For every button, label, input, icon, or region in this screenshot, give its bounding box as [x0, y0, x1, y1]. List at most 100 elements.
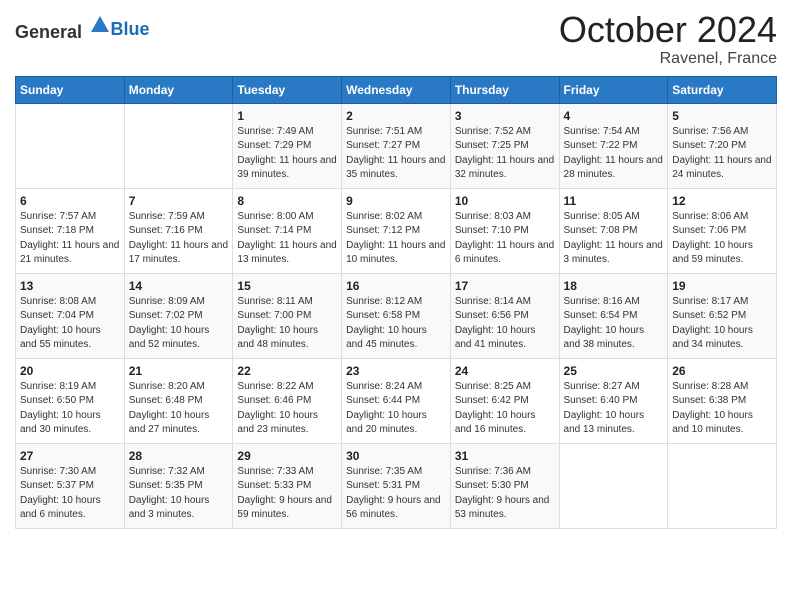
header-cell-tuesday: Tuesday: [233, 76, 342, 103]
day-cell: 30Sunrise: 7:35 AMSunset: 5:31 PMDayligh…: [342, 443, 451, 528]
day-content: Sunrise: 7:36 AMSunset: 5:30 PMDaylight:…: [455, 465, 555, 523]
day-cell: 18 Sunrise: 8:16 AMSunset: 6:54 PMDayligh…: [559, 273, 668, 358]
day-content: Sunrise: 8:24 AMSunset: 6:44 PMDaylight:…: [346, 380, 446, 438]
day-number: 15: [237, 279, 337, 293]
day-cell: [124, 103, 233, 188]
day-cell: 9 Sunrise: 8:02 AMSunset: 7:12 PMDaylight…: [342, 188, 451, 273]
day-number: 26: [672, 364, 772, 378]
day-cell: 22 Sunrise: 8:22 AMSunset: 6:46 PMDayligh…: [233, 358, 342, 443]
day-number: 2: [346, 109, 446, 123]
month-title: October 2024: [559, 10, 777, 50]
day-number: 12: [672, 194, 772, 208]
day-content: Sunrise: 8:02 AMSunset: 7:12 PMDaylight:…: [346, 210, 446, 268]
day-content: Sunrise: 8:17 AMSunset: 6:52 PMDaylight:…: [672, 295, 772, 353]
day-number: 18: [564, 279, 664, 293]
header-cell-wednesday: Wednesday: [342, 76, 451, 103]
day-content: Sunrise: 8:16 AMSunset: 6:54 PMDaylight:…: [564, 295, 664, 353]
day-number: 23: [346, 364, 446, 378]
day-content: Sunrise: 8:06 AMSunset: 7:06 PMDaylight:…: [672, 210, 772, 268]
day-content: Sunrise: 7:32 AMSunset: 5:35 PMDaylight:…: [129, 465, 229, 523]
day-cell: 14Sunrise: 8:09 AMSunset: 7:02 PMDayligh…: [124, 273, 233, 358]
day-cell: 3Sunrise: 7:52 AMSunset: 7:25 PMDaylight…: [450, 103, 559, 188]
day-number: 7: [129, 194, 229, 208]
header-cell-sunday: Sunday: [16, 76, 125, 103]
day-cell: 13 Sunrise: 8:08 AMSunset: 7:04 PMDayligh…: [16, 273, 125, 358]
day-content: Sunrise: 8:27 AMSunset: 6:40 PMDaylight:…: [564, 380, 664, 438]
calendar-table: SundayMondayTuesdayWednesdayThursdayFrid…: [15, 76, 777, 529]
day-number: 10: [455, 194, 555, 208]
day-cell: 16Sunrise: 8:12 AMSunset: 6:58 PMDayligh…: [342, 273, 451, 358]
day-content: Sunrise: 7:49 AMSunset: 7:29 PMDaylight:…: [237, 125, 337, 183]
day-cell: [16, 103, 125, 188]
day-cell: 7 Sunrise: 7:59 AMSunset: 7:16 PMDaylight…: [124, 188, 233, 273]
day-content: Sunrise: 8:28 AMSunset: 6:38 PMDaylight:…: [672, 380, 772, 438]
day-content: Sunrise: 7:35 AMSunset: 5:31 PMDaylight:…: [346, 465, 446, 523]
day-content: Sunrise: 7:51 AMSunset: 7:27 PMDaylight:…: [346, 125, 446, 183]
day-content: Sunrise: 8:03 AMSunset: 7:10 PMDaylight:…: [455, 210, 555, 268]
day-number: 6: [20, 194, 120, 208]
day-number: 25: [564, 364, 664, 378]
day-cell: [668, 443, 777, 528]
day-cell: 24 Sunrise: 8:25 AMSunset: 6:42 PMDayligh…: [450, 358, 559, 443]
header-cell-monday: Monday: [124, 76, 233, 103]
day-content: Sunrise: 8:08 AMSunset: 7:04 PMDaylight:…: [20, 295, 120, 353]
logo-blue: Blue: [111, 19, 150, 39]
day-number: 21: [129, 364, 229, 378]
day-cell: 17Sunrise: 8:14 AMSunset: 6:56 PMDayligh…: [450, 273, 559, 358]
day-content: Sunrise: 8:19 AMSunset: 6:50 PMDaylight:…: [20, 380, 120, 438]
day-cell: 19 Sunrise: 8:17 AMSunset: 6:52 PMDayligh…: [668, 273, 777, 358]
day-number: 29: [237, 449, 337, 463]
header-cell-saturday: Saturday: [668, 76, 777, 103]
logo-icon: [89, 14, 111, 36]
day-number: 4: [564, 109, 664, 123]
day-number: 20: [20, 364, 120, 378]
day-content: Sunrise: 8:00 AMSunset: 7:14 PMDaylight:…: [237, 210, 337, 268]
day-cell: [559, 443, 668, 528]
day-cell: 21Sunrise: 8:20 AMSunset: 6:48 PMDayligh…: [124, 358, 233, 443]
day-number: 31: [455, 449, 555, 463]
title-block: October 2024 Ravenel, France: [559, 10, 777, 68]
logo-general: General: [15, 22, 82, 42]
day-content: Sunrise: 7:33 AMSunset: 5:33 PMDaylight:…: [237, 465, 337, 523]
calendar-page: General Blue October 2024 Ravenel, Franc…: [0, 0, 792, 612]
day-number: 17: [455, 279, 555, 293]
day-number: 1: [237, 109, 337, 123]
day-number: 8: [237, 194, 337, 208]
header-cell-friday: Friday: [559, 76, 668, 103]
day-cell: 2 Sunrise: 7:51 AMSunset: 7:27 PMDaylight…: [342, 103, 451, 188]
day-number: 9: [346, 194, 446, 208]
day-number: 13: [20, 279, 120, 293]
day-cell: 15 Sunrise: 8:11 AMSunset: 7:00 PMDayligh…: [233, 273, 342, 358]
header: General Blue October 2024 Ravenel, Franc…: [15, 10, 777, 68]
day-content: Sunrise: 8:22 AMSunset: 6:46 PMDaylight:…: [237, 380, 337, 438]
location-title: Ravenel, France: [559, 50, 777, 68]
day-content: Sunrise: 7:59 AMSunset: 7:16 PMDaylight:…: [129, 210, 229, 268]
header-cell-thursday: Thursday: [450, 76, 559, 103]
day-number: 19: [672, 279, 772, 293]
day-cell: 29 Sunrise: 7:33 AMSunset: 5:33 PMDayligh…: [233, 443, 342, 528]
day-cell: 4 Sunrise: 7:54 AMSunset: 7:22 PMDaylight…: [559, 103, 668, 188]
day-content: Sunrise: 8:05 AMSunset: 7:08 PMDaylight:…: [564, 210, 664, 268]
day-number: 22: [237, 364, 337, 378]
day-number: 11: [564, 194, 664, 208]
day-cell: 28Sunrise: 7:32 AMSunset: 5:35 PMDayligh…: [124, 443, 233, 528]
day-content: Sunrise: 8:11 AMSunset: 7:00 PMDaylight:…: [237, 295, 337, 353]
week-row-4: 20 Sunrise: 8:19 AMSunset: 6:50 PMDayligh…: [16, 358, 777, 443]
day-cell: 11 Sunrise: 8:05 AMSunset: 7:08 PMDayligh…: [559, 188, 668, 273]
week-row-1: 1 Sunrise: 7:49 AMSunset: 7:29 PMDaylight…: [16, 103, 777, 188]
day-number: 16: [346, 279, 446, 293]
day-content: Sunrise: 7:52 AMSunset: 7:25 PMDaylight:…: [455, 125, 555, 183]
day-cell: 31 Sunrise: 7:36 AMSunset: 5:30 PMDayligh…: [450, 443, 559, 528]
day-content: Sunrise: 8:25 AMSunset: 6:42 PMDaylight:…: [455, 380, 555, 438]
day-number: 5: [672, 109, 772, 123]
logo: General Blue: [15, 16, 150, 43]
day-number: 24: [455, 364, 555, 378]
day-content: Sunrise: 7:30 AMSunset: 5:37 PMDaylight:…: [20, 465, 120, 523]
day-cell: 27Sunrise: 7:30 AMSunset: 5:37 PMDayligh…: [16, 443, 125, 528]
day-cell: 6Sunrise: 7:57 AMSunset: 7:18 PMDaylight…: [16, 188, 125, 273]
day-cell: 1 Sunrise: 7:49 AMSunset: 7:29 PMDaylight…: [233, 103, 342, 188]
week-row-2: 6Sunrise: 7:57 AMSunset: 7:18 PMDaylight…: [16, 188, 777, 273]
day-content: Sunrise: 7:54 AMSunset: 7:22 PMDaylight:…: [564, 125, 664, 183]
day-cell: 20 Sunrise: 8:19 AMSunset: 6:50 PMDayligh…: [16, 358, 125, 443]
day-cell: 5Sunrise: 7:56 AMSunset: 7:20 PMDaylight…: [668, 103, 777, 188]
